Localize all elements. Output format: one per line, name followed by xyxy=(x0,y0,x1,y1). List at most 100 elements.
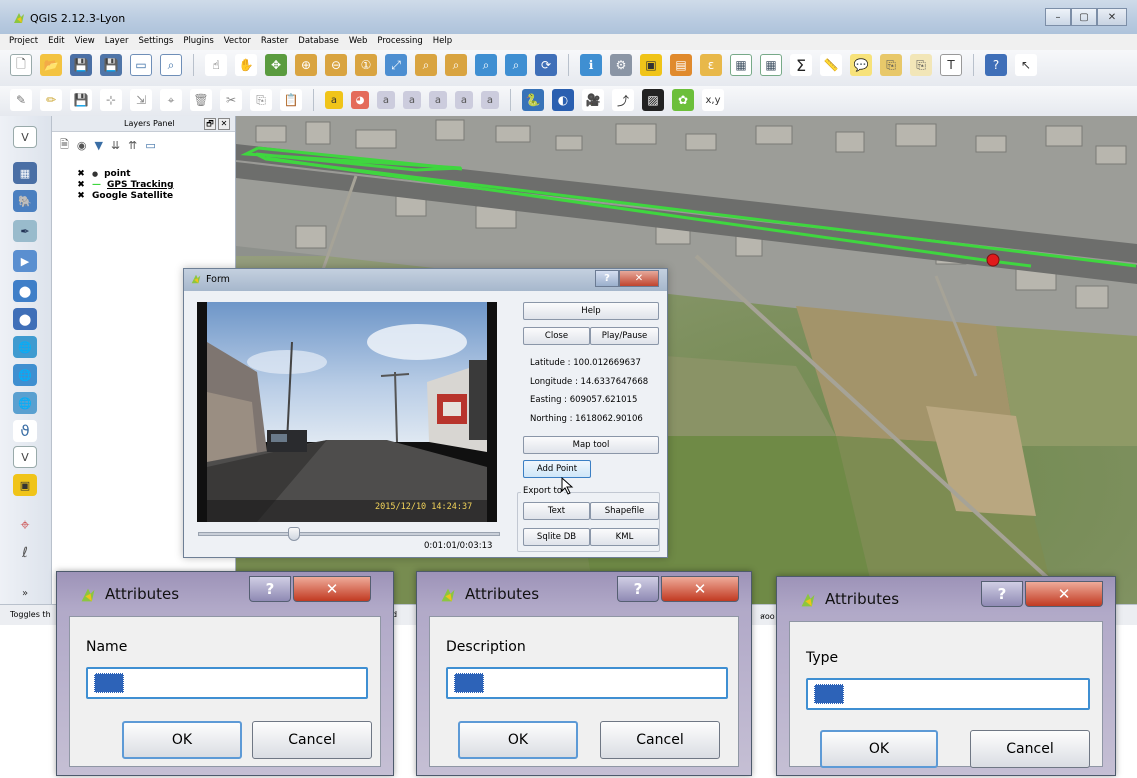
layer-visibility-checkbox[interactable]: ✖ xyxy=(76,180,86,190)
menu-layer[interactable]: Layer xyxy=(100,34,134,50)
add-group-icon[interactable]: ◉ xyxy=(77,139,87,152)
layer-google-satellite[interactable]: ✖ Google Satellite xyxy=(76,190,173,202)
new-project-icon[interactable]: 🗋 xyxy=(10,54,32,76)
zoom-in-icon[interactable]: ⊕ xyxy=(295,54,317,76)
touch-zoom-icon[interactable]: ☝ xyxy=(205,54,227,76)
openlayers-icon[interactable]: ✿ xyxy=(672,89,694,111)
close-window-button[interactable]: ✕ xyxy=(1097,8,1127,26)
ok-button[interactable]: OK xyxy=(122,721,242,759)
minimize-button[interactable]: – xyxy=(1045,8,1071,26)
cancel-button[interactable]: Cancel xyxy=(252,721,372,759)
new-shapefile-icon[interactable]: V xyxy=(13,446,37,468)
ok-button[interactable]: OK xyxy=(458,721,578,759)
save-project-icon[interactable]: 💾 xyxy=(70,54,92,76)
map-tips-icon[interactable]: 💬 xyxy=(850,54,872,76)
close-panel-button[interactable]: ✕ xyxy=(218,118,230,130)
type-input[interactable] xyxy=(806,678,1090,710)
new-bookmark-icon[interactable]: ⎘ xyxy=(880,54,902,76)
field-calculator-icon[interactable]: ▦ xyxy=(760,54,782,76)
attributes-close-button[interactable]: ✕ xyxy=(661,576,739,602)
zoom-out-icon[interactable]: ⊖ xyxy=(325,54,347,76)
new-spatialite-icon[interactable]: ▣ xyxy=(13,474,37,496)
zoom-to-layer-icon[interactable]: ⌕ xyxy=(445,54,467,76)
show-bookmarks-icon[interactable]: ⎘ xyxy=(910,54,932,76)
add-feature-icon[interactable]: ⊹ xyxy=(100,89,122,111)
menu-plugins[interactable]: Plugins xyxy=(178,34,218,50)
node-tool-icon[interactable]: ⌖ xyxy=(160,89,182,111)
add-postgis-layer-icon[interactable]: 🐘 xyxy=(13,190,37,212)
toggle-editing-icon[interactable]: ✏ xyxy=(40,89,62,111)
layer-visibility-checkbox[interactable]: ✖ xyxy=(76,191,86,201)
attributes-close-button[interactable]: ✕ xyxy=(1025,581,1103,607)
refresh-icon[interactable]: ⟳ xyxy=(535,54,557,76)
open-project-icon[interactable]: 📂 xyxy=(40,54,62,76)
move-feature-icon[interactable]: ⇲ xyxy=(130,89,152,111)
text-annotation-icon[interactable]: T xyxy=(940,54,962,76)
export-shapefile-button[interactable]: Shapefile xyxy=(590,502,659,520)
menu-edit[interactable]: Edit xyxy=(43,34,69,50)
layer-diagram-icon[interactable]: ◕ xyxy=(351,91,369,109)
video-player[interactable]: 2015/12/10 14:24:37 xyxy=(197,302,497,522)
attributes-help-button[interactable]: ? xyxy=(981,581,1023,607)
add-db2-layer-icon[interactable]: ⬤ xyxy=(13,308,37,330)
menu-database[interactable]: Database xyxy=(293,34,344,50)
save-as-icon[interactable]: 💾 xyxy=(100,54,122,76)
add-wms-layer-icon[interactable]: 🌐 xyxy=(13,336,37,358)
video-plugin-icon[interactable]: 🎥 xyxy=(582,89,604,111)
identify-features-icon[interactable]: ℹ xyxy=(580,54,602,76)
float-panel-button[interactable]: 🗗 xyxy=(204,118,216,130)
whats-this-icon[interactable]: ↖ xyxy=(1015,54,1037,76)
layer-labeling-icon[interactable]: a xyxy=(325,91,343,109)
current-edits-icon[interactable]: ✎ xyxy=(10,89,32,111)
delete-selected-icon[interactable]: 🗑 xyxy=(190,89,212,111)
menu-settings[interactable]: Settings xyxy=(133,34,178,50)
help-button[interactable]: Help xyxy=(523,302,659,320)
form-help-button[interactable]: ? xyxy=(595,270,619,287)
deselect-all-icon[interactable]: ▤ xyxy=(670,54,692,76)
help-contents-icon[interactable]: ? xyxy=(985,54,1007,76)
new-print-composer-icon[interactable]: ▭ xyxy=(130,54,152,76)
description-input[interactable] xyxy=(446,667,728,699)
toolbar-expand-icon[interactable]: » xyxy=(13,582,37,604)
composer-manager-icon[interactable]: ⌕ xyxy=(160,54,182,76)
video-seek-handle[interactable] xyxy=(288,527,300,541)
run-feature-action-icon[interactable]: ⚙ xyxy=(610,54,632,76)
pan-map-icon[interactable]: ✋ xyxy=(235,54,257,76)
add-oracle-layer-icon[interactable]: ⬤ xyxy=(13,280,37,302)
remove-layer-icon[interactable]: ▭ xyxy=(145,139,155,152)
cancel-button[interactable]: Cancel xyxy=(600,721,720,759)
select-by-expression-icon[interactable]: ε xyxy=(700,54,722,76)
attributes-help-button[interactable]: ? xyxy=(249,576,291,602)
add-spatialite-layer-icon[interactable]: ✒ xyxy=(13,220,37,242)
video-seek-bar[interactable] xyxy=(198,532,500,536)
zoom-last-icon[interactable]: ⌕ xyxy=(475,54,497,76)
zoom-to-selection-icon[interactable]: ⌕ xyxy=(415,54,437,76)
zoom-native-icon[interactable]: ① xyxy=(355,54,377,76)
add-point-button[interactable]: Add Point xyxy=(523,460,591,478)
export-text-button[interactable]: Text xyxy=(523,502,590,520)
form-close-button[interactable]: ✕ xyxy=(619,270,659,287)
add-wcs-layer-icon[interactable]: 🌐 xyxy=(13,364,37,386)
menu-view[interactable]: View xyxy=(70,34,100,50)
filter-legend-icon[interactable]: ▼ xyxy=(94,139,102,152)
coordinate-capture-icon[interactable]: x,y xyxy=(702,89,724,111)
pin-labels-icon[interactable]: a xyxy=(377,91,395,109)
show-hide-labels-icon[interactable]: a xyxy=(403,91,421,109)
open-attribute-table-icon[interactable]: ▦ xyxy=(730,54,752,76)
layer-visibility-checkbox[interactable]: ✖ xyxy=(76,169,86,179)
menu-raster[interactable]: Raster xyxy=(256,34,293,50)
add-vector-layer-icon[interactable]: V xyxy=(13,126,37,148)
close-button[interactable]: Close xyxy=(523,327,590,345)
play-pause-button[interactable]: Play/Pause xyxy=(590,327,659,345)
menu-project[interactable]: Project xyxy=(4,34,43,50)
cancel-button[interactable]: Cancel xyxy=(970,730,1090,768)
select-features-icon[interactable]: ▣ xyxy=(640,54,662,76)
georeferencer-icon[interactable]: ⌖ xyxy=(13,514,37,536)
change-label-icon[interactable]: a xyxy=(481,91,499,109)
rotate-label-icon[interactable]: a xyxy=(455,91,473,109)
copy-features-icon[interactable]: ⎘ xyxy=(250,89,272,111)
menu-web[interactable]: Web xyxy=(344,34,373,50)
gps-tools-icon[interactable]: ℓ xyxy=(13,542,37,564)
cut-features-icon[interactable]: ✂ xyxy=(220,89,242,111)
export-sqlite-button[interactable]: Sqlite DB xyxy=(523,528,590,546)
